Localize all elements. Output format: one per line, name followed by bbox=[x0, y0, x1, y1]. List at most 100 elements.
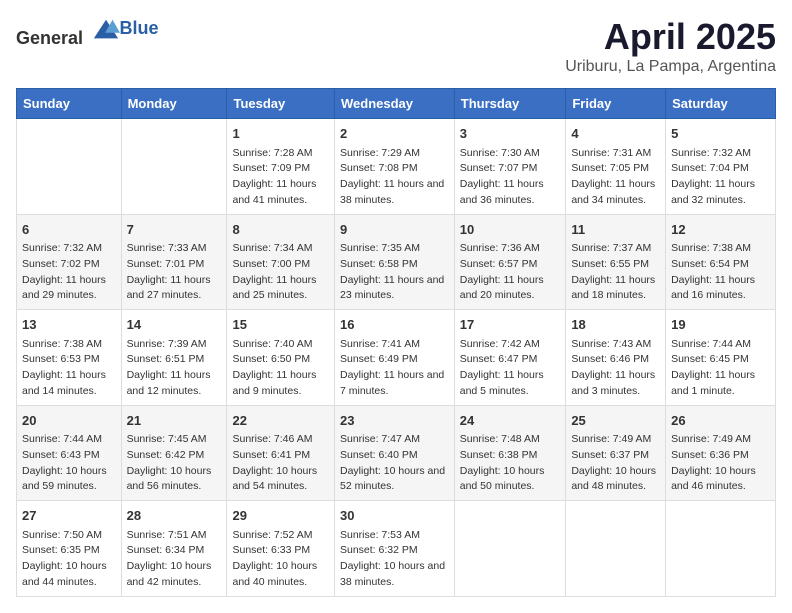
calendar-cell: 12Sunrise: 7:38 AM Sunset: 6:54 PM Dayli… bbox=[666, 214, 776, 310]
day-header-monday: Monday bbox=[121, 89, 227, 119]
week-row-2: 6Sunrise: 7:32 AM Sunset: 7:02 PM Daylig… bbox=[17, 214, 776, 310]
calendar-cell: 8Sunrise: 7:34 AM Sunset: 7:00 PM Daylig… bbox=[227, 214, 335, 310]
logo-blue: Blue bbox=[120, 18, 159, 39]
title-area: April 2025 Uriburu, La Pampa, Argentina bbox=[565, 16, 776, 76]
day-info: Sunrise: 7:50 AM Sunset: 6:35 PM Dayligh… bbox=[22, 528, 116, 591]
calendar-cell: 29Sunrise: 7:52 AM Sunset: 6:33 PM Dayli… bbox=[227, 501, 335, 597]
calendar-cell: 20Sunrise: 7:44 AM Sunset: 6:43 PM Dayli… bbox=[17, 405, 122, 501]
day-header-friday: Friday bbox=[566, 89, 666, 119]
day-number: 11 bbox=[571, 220, 660, 240]
calendar-cell: 13Sunrise: 7:38 AM Sunset: 6:53 PM Dayli… bbox=[17, 310, 122, 406]
day-info: Sunrise: 7:52 AM Sunset: 6:33 PM Dayligh… bbox=[232, 528, 329, 591]
day-info: Sunrise: 7:33 AM Sunset: 7:01 PM Dayligh… bbox=[127, 241, 222, 304]
calendar-cell: 9Sunrise: 7:35 AM Sunset: 6:58 PM Daylig… bbox=[334, 214, 454, 310]
day-number: 21 bbox=[127, 411, 222, 431]
day-info: Sunrise: 7:44 AM Sunset: 6:43 PM Dayligh… bbox=[22, 432, 116, 495]
day-info: Sunrise: 7:49 AM Sunset: 6:37 PM Dayligh… bbox=[571, 432, 660, 495]
day-header-tuesday: Tuesday bbox=[227, 89, 335, 119]
calendar-cell bbox=[666, 501, 776, 597]
day-header-saturday: Saturday bbox=[666, 89, 776, 119]
day-info: Sunrise: 7:28 AM Sunset: 7:09 PM Dayligh… bbox=[232, 146, 329, 209]
logo-icon bbox=[92, 16, 120, 44]
day-number: 17 bbox=[460, 315, 561, 335]
day-number: 22 bbox=[232, 411, 329, 431]
calendar-cell: 6Sunrise: 7:32 AM Sunset: 7:02 PM Daylig… bbox=[17, 214, 122, 310]
calendar-cell: 5Sunrise: 7:32 AM Sunset: 7:04 PM Daylig… bbox=[666, 119, 776, 215]
calendar-cell: 15Sunrise: 7:40 AM Sunset: 6:50 PM Dayli… bbox=[227, 310, 335, 406]
calendar-cell: 23Sunrise: 7:47 AM Sunset: 6:40 PM Dayli… bbox=[334, 405, 454, 501]
day-header-thursday: Thursday bbox=[454, 89, 566, 119]
day-info: Sunrise: 7:42 AM Sunset: 6:47 PM Dayligh… bbox=[460, 337, 561, 400]
day-info: Sunrise: 7:46 AM Sunset: 6:41 PM Dayligh… bbox=[232, 432, 329, 495]
day-number: 19 bbox=[671, 315, 770, 335]
day-number: 29 bbox=[232, 506, 329, 526]
calendar-cell bbox=[566, 501, 666, 597]
main-title: April 2025 bbox=[565, 16, 776, 58]
day-number: 26 bbox=[671, 411, 770, 431]
day-info: Sunrise: 7:41 AM Sunset: 6:49 PM Dayligh… bbox=[340, 337, 449, 400]
day-number: 30 bbox=[340, 506, 449, 526]
day-number: 8 bbox=[232, 220, 329, 240]
day-number: 3 bbox=[460, 124, 561, 144]
day-info: Sunrise: 7:43 AM Sunset: 6:46 PM Dayligh… bbox=[571, 337, 660, 400]
day-header-wednesday: Wednesday bbox=[334, 89, 454, 119]
calendar-cell: 27Sunrise: 7:50 AM Sunset: 6:35 PM Dayli… bbox=[17, 501, 122, 597]
calendar-cell: 25Sunrise: 7:49 AM Sunset: 6:37 PM Dayli… bbox=[566, 405, 666, 501]
calendar-cell: 28Sunrise: 7:51 AM Sunset: 6:34 PM Dayli… bbox=[121, 501, 227, 597]
calendar-cell bbox=[454, 501, 566, 597]
day-number: 9 bbox=[340, 220, 449, 240]
day-info: Sunrise: 7:51 AM Sunset: 6:34 PM Dayligh… bbox=[127, 528, 222, 591]
day-info: Sunrise: 7:35 AM Sunset: 6:58 PM Dayligh… bbox=[340, 241, 449, 304]
day-number: 1 bbox=[232, 124, 329, 144]
day-number: 14 bbox=[127, 315, 222, 335]
day-info: Sunrise: 7:53 AM Sunset: 6:32 PM Dayligh… bbox=[340, 528, 449, 591]
header: General Blue April 2025 Uriburu, La Pamp… bbox=[16, 16, 776, 76]
calendar-table: SundayMondayTuesdayWednesdayThursdayFrid… bbox=[16, 88, 776, 597]
day-info: Sunrise: 7:39 AM Sunset: 6:51 PM Dayligh… bbox=[127, 337, 222, 400]
day-header-sunday: Sunday bbox=[17, 89, 122, 119]
calendar-cell: 10Sunrise: 7:36 AM Sunset: 6:57 PM Dayli… bbox=[454, 214, 566, 310]
calendar-cell: 14Sunrise: 7:39 AM Sunset: 6:51 PM Dayli… bbox=[121, 310, 227, 406]
calendar-cell bbox=[17, 119, 122, 215]
logo: General Blue bbox=[16, 16, 159, 49]
day-number: 25 bbox=[571, 411, 660, 431]
day-number: 23 bbox=[340, 411, 449, 431]
week-row-5: 27Sunrise: 7:50 AM Sunset: 6:35 PM Dayli… bbox=[17, 501, 776, 597]
day-info: Sunrise: 7:47 AM Sunset: 6:40 PM Dayligh… bbox=[340, 432, 449, 495]
day-number: 20 bbox=[22, 411, 116, 431]
day-number: 13 bbox=[22, 315, 116, 335]
day-number: 16 bbox=[340, 315, 449, 335]
day-info: Sunrise: 7:34 AM Sunset: 7:00 PM Dayligh… bbox=[232, 241, 329, 304]
calendar-cell: 4Sunrise: 7:31 AM Sunset: 7:05 PM Daylig… bbox=[566, 119, 666, 215]
calendar-cell: 11Sunrise: 7:37 AM Sunset: 6:55 PM Dayli… bbox=[566, 214, 666, 310]
day-info: Sunrise: 7:38 AM Sunset: 6:54 PM Dayligh… bbox=[671, 241, 770, 304]
day-number: 18 bbox=[571, 315, 660, 335]
day-info: Sunrise: 7:40 AM Sunset: 6:50 PM Dayligh… bbox=[232, 337, 329, 400]
calendar-cell: 30Sunrise: 7:53 AM Sunset: 6:32 PM Dayli… bbox=[334, 501, 454, 597]
calendar-cell bbox=[121, 119, 227, 215]
day-info: Sunrise: 7:48 AM Sunset: 6:38 PM Dayligh… bbox=[460, 432, 561, 495]
week-row-1: 1Sunrise: 7:28 AM Sunset: 7:09 PM Daylig… bbox=[17, 119, 776, 215]
calendar-cell: 21Sunrise: 7:45 AM Sunset: 6:42 PM Dayli… bbox=[121, 405, 227, 501]
day-info: Sunrise: 7:30 AM Sunset: 7:07 PM Dayligh… bbox=[460, 146, 561, 209]
day-info: Sunrise: 7:49 AM Sunset: 6:36 PM Dayligh… bbox=[671, 432, 770, 495]
week-row-3: 13Sunrise: 7:38 AM Sunset: 6:53 PM Dayli… bbox=[17, 310, 776, 406]
day-number: 2 bbox=[340, 124, 449, 144]
calendar-cell: 19Sunrise: 7:44 AM Sunset: 6:45 PM Dayli… bbox=[666, 310, 776, 406]
calendar-cell: 17Sunrise: 7:42 AM Sunset: 6:47 PM Dayli… bbox=[454, 310, 566, 406]
calendar-cell: 26Sunrise: 7:49 AM Sunset: 6:36 PM Dayli… bbox=[666, 405, 776, 501]
day-info: Sunrise: 7:44 AM Sunset: 6:45 PM Dayligh… bbox=[671, 337, 770, 400]
day-number: 5 bbox=[671, 124, 770, 144]
logo-general: General bbox=[16, 28, 83, 48]
calendar-body: 1Sunrise: 7:28 AM Sunset: 7:09 PM Daylig… bbox=[17, 119, 776, 597]
calendar-cell: 1Sunrise: 7:28 AM Sunset: 7:09 PM Daylig… bbox=[227, 119, 335, 215]
calendar-cell: 16Sunrise: 7:41 AM Sunset: 6:49 PM Dayli… bbox=[334, 310, 454, 406]
day-info: Sunrise: 7:29 AM Sunset: 7:08 PM Dayligh… bbox=[340, 146, 449, 209]
day-info: Sunrise: 7:36 AM Sunset: 6:57 PM Dayligh… bbox=[460, 241, 561, 304]
day-number: 10 bbox=[460, 220, 561, 240]
subtitle: Uriburu, La Pampa, Argentina bbox=[565, 58, 776, 76]
days-header-row: SundayMondayTuesdayWednesdayThursdayFrid… bbox=[17, 89, 776, 119]
day-number: 24 bbox=[460, 411, 561, 431]
calendar-cell: 22Sunrise: 7:46 AM Sunset: 6:41 PM Dayli… bbox=[227, 405, 335, 501]
calendar-cell: 18Sunrise: 7:43 AM Sunset: 6:46 PM Dayli… bbox=[566, 310, 666, 406]
